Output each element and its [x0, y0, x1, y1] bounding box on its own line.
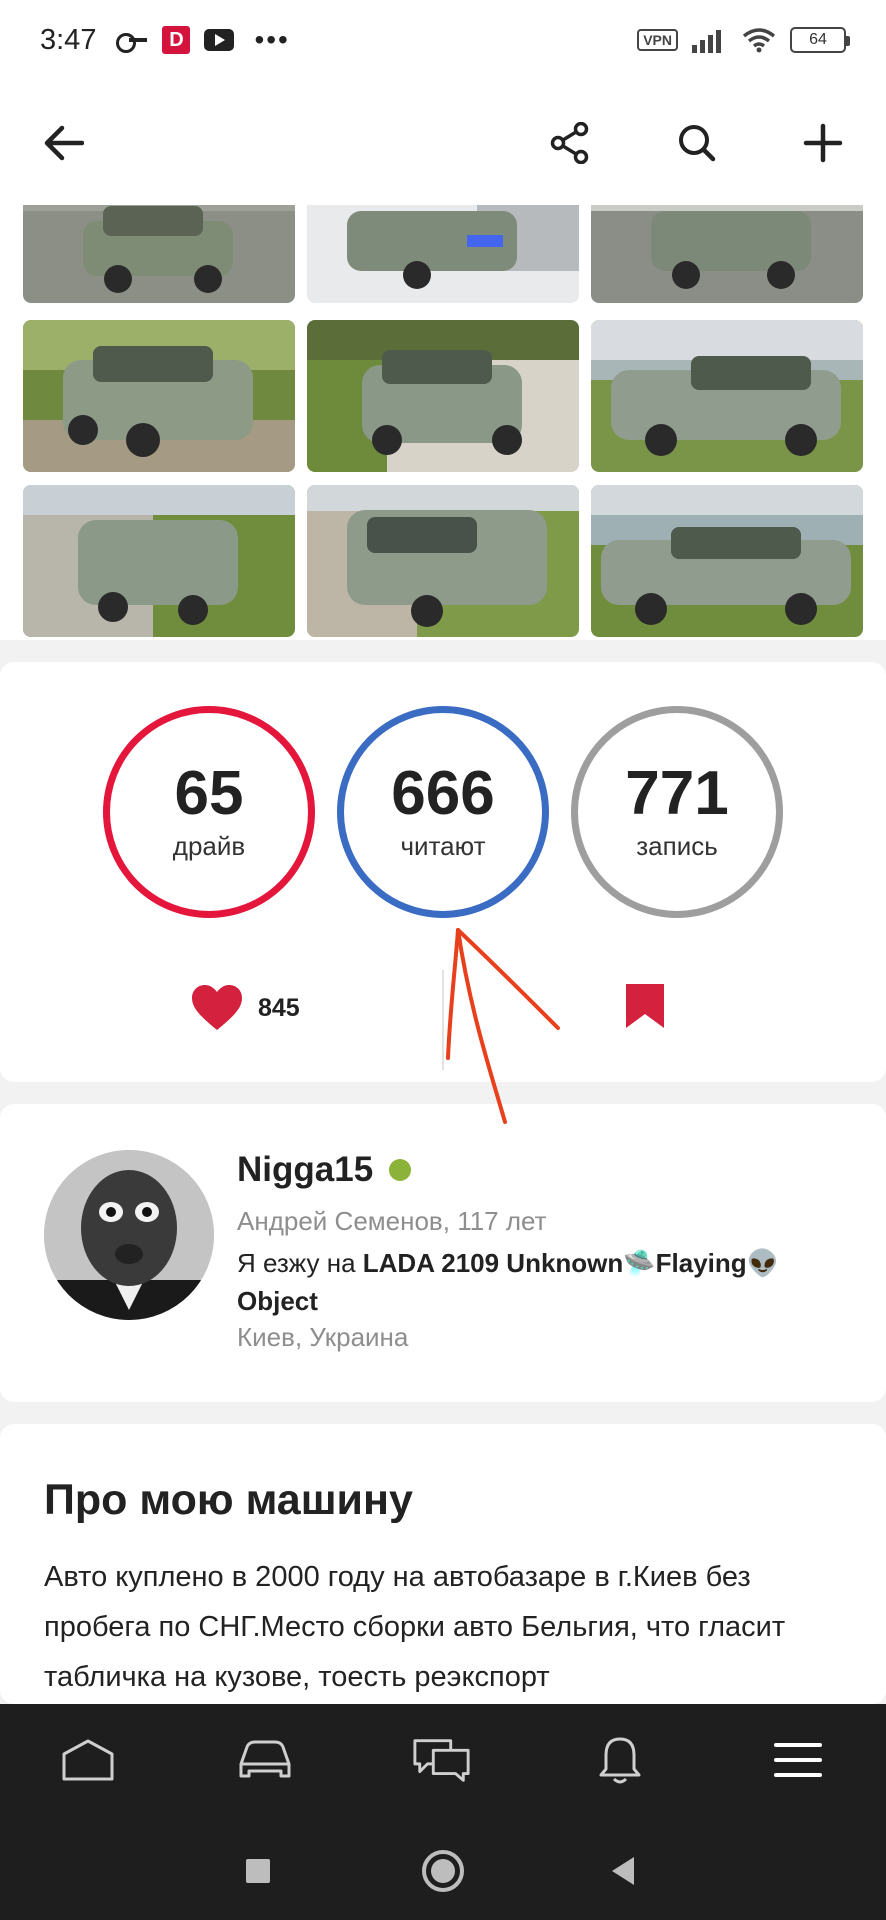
nav-menu[interactable] — [768, 1732, 828, 1788]
gallery-photo[interactable] — [591, 485, 863, 637]
posts-count: 771 — [625, 758, 729, 828]
about-title: Про мою машину — [44, 1476, 413, 1524]
avatar[interactable] — [44, 1150, 214, 1320]
readers-count: 666 — [391, 758, 495, 828]
chat-icon — [413, 1739, 470, 1782]
bell-icon — [599, 1737, 641, 1784]
readers-label: читают — [400, 830, 486, 861]
car-icon — [239, 1740, 291, 1778]
profile-car: Я езжу на LADA 2109 Unknown🛸Flaying👽 Obj… — [237, 1244, 857, 1320]
posts-counter[interactable]: 771 запись — [571, 706, 783, 918]
profile-name[interactable]: Nigga15 — [237, 1150, 412, 1190]
key-icon — [116, 33, 148, 53]
drive-counter[interactable]: 65 драйв — [103, 706, 315, 918]
stats-card: 65 драйв 666 читают 771 запись 845 — [0, 662, 886, 1082]
gallery-photo[interactable] — [23, 205, 295, 303]
about-card: Про мою машину Авто куплено в 2000 году … — [0, 1424, 886, 1704]
profile-subtitle: Андрей Семенов, 117 лет — [237, 1206, 547, 1236]
youtube-icon — [204, 29, 235, 51]
likes-count: 845 — [258, 993, 300, 1022]
gallery-photo[interactable] — [591, 205, 863, 303]
gallery-photo[interactable] — [23, 320, 295, 472]
nav-home[interactable] — [58, 1732, 118, 1788]
app-bar — [0, 80, 886, 205]
triangle-back-icon — [612, 1857, 634, 1885]
search-icon — [679, 125, 716, 162]
add-button[interactable] — [788, 108, 858, 178]
back-system-button[interactable] — [598, 1846, 648, 1896]
share-button[interactable] — [535, 108, 605, 178]
username: Nigga15 — [237, 1150, 374, 1189]
posts-label: запись — [636, 830, 718, 861]
gallery-photo[interactable] — [307, 205, 579, 303]
wifi-icon — [742, 28, 776, 53]
signal-icon — [692, 30, 721, 53]
readers-counter[interactable]: 666 читают — [337, 706, 549, 918]
gallery-photo[interactable] — [307, 485, 579, 637]
photo-gallery — [0, 205, 886, 640]
online-status-icon — [389, 1159, 412, 1181]
notification-icons: D ••• — [116, 26, 289, 54]
plus-icon — [803, 123, 843, 163]
heart-icon — [192, 985, 242, 1030]
drive-label: драйв — [172, 830, 246, 861]
recents-button[interactable] — [233, 1846, 283, 1896]
nav-garage[interactable] — [235, 1732, 295, 1788]
arrow-left-icon — [44, 125, 84, 161]
about-text: Авто куплено в 2000 году на автобазаре в… — [44, 1561, 786, 1693]
bookmark-icon — [626, 984, 664, 1028]
search-button[interactable] — [662, 108, 732, 178]
bottom-navigation — [0, 1704, 886, 1816]
back-button[interactable] — [28, 108, 98, 178]
gallery-photo[interactable] — [591, 320, 863, 472]
more-notifications-icon: ••• — [254, 24, 290, 55]
vpn-icon: VPN — [637, 29, 678, 51]
menu-icon — [774, 1743, 822, 1777]
gallery-photo[interactable] — [23, 485, 295, 637]
d-app-icon: D — [162, 26, 191, 54]
profile-card: Nigga15 Андрей Семенов, 117 лет Я езжу н… — [0, 1104, 886, 1402]
car-prefix: Я езжу на — [237, 1248, 363, 1278]
system-icons: VPN 64 — [637, 27, 850, 53]
system-navigation — [0, 1816, 886, 1920]
like-button[interactable]: 845 — [190, 984, 300, 1032]
gallery-photo[interactable] — [307, 320, 579, 472]
circle-icon — [422, 1850, 464, 1892]
home-icon — [62, 1739, 114, 1781]
nav-messages[interactable] — [412, 1732, 472, 1788]
square-icon — [246, 1859, 270, 1883]
status-bar: 3:47 D ••• VPN 64 — [0, 0, 886, 80]
drive-count: 65 — [174, 758, 244, 828]
battery-icon: 64 — [790, 27, 850, 53]
bookmark-button[interactable] — [624, 982, 666, 1035]
nav-notifications[interactable] — [590, 1732, 650, 1788]
share-icon — [550, 122, 589, 164]
status-time: 3:47 — [40, 23, 97, 56]
divider — [442, 970, 444, 1070]
home-button[interactable] — [418, 1846, 468, 1896]
profile-location: Киев, Украина — [237, 1322, 409, 1352]
